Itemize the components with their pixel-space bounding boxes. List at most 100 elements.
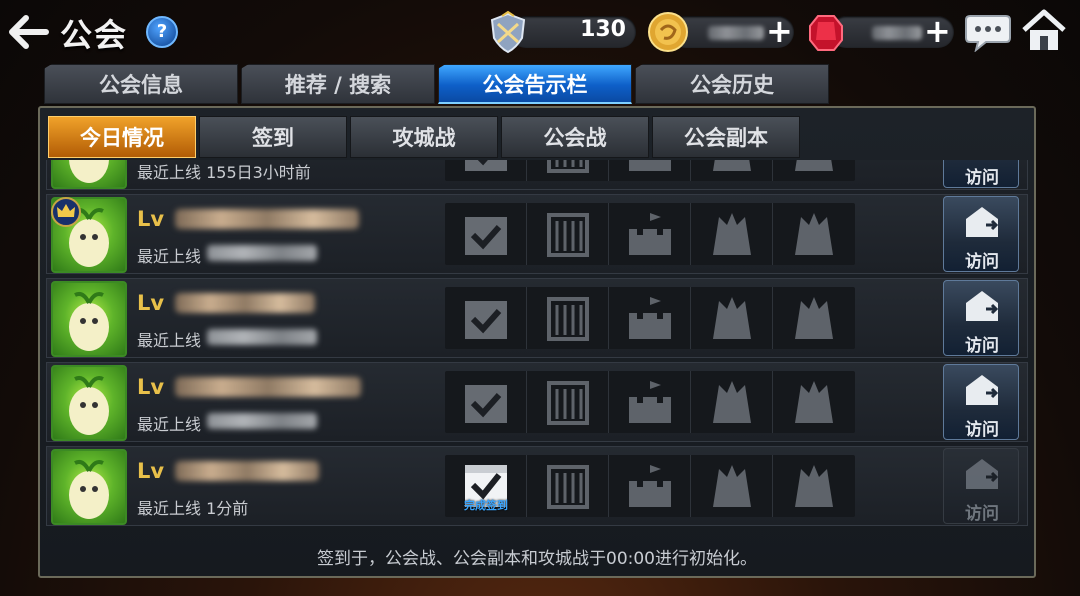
member-status-box	[445, 203, 855, 265]
gate-icon	[547, 297, 589, 341]
dungeon-status-2	[773, 455, 855, 517]
siege-status	[527, 160, 609, 181]
castle-icon	[629, 465, 671, 507]
check-in-done-label: 完成签到	[464, 499, 508, 512]
last-seen-time-blurred	[207, 413, 317, 429]
gate-icon	[547, 465, 589, 509]
member-row: Lv 最近上线 访问	[46, 194, 1028, 274]
siege-status	[527, 371, 609, 433]
tab-guild-dungeon[interactable]: 公会副本	[652, 116, 800, 158]
dungeon-status-1	[691, 371, 773, 433]
check-in-status	[445, 203, 527, 265]
last-seen-time-blurred	[207, 245, 317, 261]
top-bar: 公会 ? 130 + +	[0, 0, 1080, 62]
add-gem-button[interactable]: +	[924, 14, 951, 48]
member-avatar[interactable]	[51, 160, 127, 189]
check-in-status	[445, 160, 527, 181]
house-visit-icon	[966, 207, 999, 237]
siege-status	[527, 287, 609, 349]
dungeon-status-1	[691, 287, 773, 349]
check-in-calendar-icon	[465, 385, 507, 423]
check-in-status: 完成签到	[445, 455, 527, 517]
gate-icon	[547, 160, 589, 173]
castle-icon	[629, 381, 671, 423]
member-name-blurred	[175, 461, 319, 481]
visit-label: 访问	[965, 168, 999, 188]
reset-notice: 签到于，公会战、公会副本和攻城战于00:00进行初始化。	[317, 549, 757, 569]
member-status-box	[445, 160, 855, 181]
member-status-box: 完成签到	[445, 455, 855, 517]
add-gold-button[interactable]: +	[766, 14, 793, 48]
guild-war-status	[609, 371, 691, 433]
check-in-status	[445, 287, 527, 349]
member-row: 最近上线 155日3小时前 访问	[46, 160, 1028, 190]
visit-button[interactable]: 访问	[943, 196, 1019, 272]
guild-war-status	[609, 287, 691, 349]
member-last-seen: 最近上线 155日3小时前	[137, 163, 311, 182]
dungeon-status-2	[773, 371, 855, 433]
gold-value-blurred	[708, 26, 764, 40]
castle-icon	[629, 213, 671, 255]
tab-check-in[interactable]: 签到	[199, 116, 347, 158]
visit-label: 访问	[965, 336, 999, 356]
last-seen-time-blurred	[207, 329, 317, 345]
ruins-icon	[795, 297, 833, 339]
guild-war-status	[609, 160, 691, 181]
visit-label: 访问	[965, 252, 999, 272]
visit-button[interactable]: 访问	[943, 160, 1019, 188]
page-title: 公会	[60, 16, 129, 54]
leader-crown-icon	[51, 197, 81, 227]
dungeon-status-1	[691, 160, 773, 181]
member-last-seen: 最近上线	[137, 415, 202, 434]
house-visit-icon	[966, 459, 999, 489]
back-arrow-icon[interactable]	[8, 14, 50, 50]
visit-button[interactable]: 访问	[943, 364, 1019, 440]
ruins-icon	[795, 465, 833, 507]
tab-guild-bulletin[interactable]: 公会告示栏	[438, 64, 632, 104]
member-list[interactable]: 最近上线 155日3小时前 访问 Lv 最近上线 访问 Lv 最近上线 访问 L…	[46, 160, 1028, 532]
member-last-seen: 最近上线 1分前	[137, 499, 249, 518]
ruins-icon	[713, 297, 751, 339]
member-last-seen: 最近上线	[137, 247, 202, 266]
chat-icon[interactable]	[964, 10, 1012, 53]
dungeon-status-1	[691, 455, 773, 517]
tab-siege-war[interactable]: 攻城战	[350, 116, 498, 158]
member-avatar[interactable]	[51, 281, 127, 357]
ruins-icon	[795, 213, 833, 255]
member-level: Lv	[137, 459, 165, 483]
visit-button[interactable]: 访问	[943, 280, 1019, 356]
visit-label: 访问	[965, 504, 999, 524]
member-level: Lv	[137, 375, 165, 399]
siege-status	[527, 203, 609, 265]
member-avatar[interactable]	[51, 365, 127, 441]
tab-guild-info[interactable]: 公会信息	[44, 64, 238, 104]
member-name-blurred	[175, 293, 315, 313]
visit-button-disabled: 访问	[943, 448, 1019, 524]
ruins-icon	[713, 213, 751, 255]
guild-war-status	[609, 455, 691, 517]
home-icon[interactable]	[1020, 8, 1068, 54]
check-in-calendar-icon	[465, 301, 507, 339]
house-visit-icon	[966, 291, 999, 321]
member-level: Lv	[137, 291, 165, 315]
dungeon-status-2	[773, 287, 855, 349]
ruins-icon	[713, 160, 751, 171]
castle-icon	[629, 297, 671, 339]
tab-today-status[interactable]: 今日情况	[48, 116, 196, 158]
gate-icon	[547, 213, 589, 257]
tab-guild-war[interactable]: 公会战	[501, 116, 649, 158]
ruins-icon	[713, 465, 751, 507]
bulletin-panel: 今日情况 签到 攻城战 公会战 公会副本 最近上线 155日3小时前 访问 Lv…	[38, 106, 1036, 578]
tab-recommend-search[interactable]: 推荐 / 搜索	[241, 64, 435, 104]
dungeon-status-2	[773, 160, 855, 181]
member-avatar[interactable]	[51, 449, 127, 525]
member-name-blurred	[175, 377, 361, 397]
help-icon[interactable]: ?	[146, 16, 178, 48]
tab-guild-history[interactable]: 公会历史	[635, 64, 829, 104]
sub-tab-bar: 今日情况 签到 攻城战 公会战 公会副本	[48, 116, 803, 158]
member-level: Lv	[137, 207, 165, 231]
member-name-blurred	[175, 209, 359, 229]
ruins-icon	[795, 381, 833, 423]
dungeon-status-1	[691, 203, 773, 265]
member-row: Lv 最近上线 1分前 完成签到 访问	[46, 446, 1028, 526]
